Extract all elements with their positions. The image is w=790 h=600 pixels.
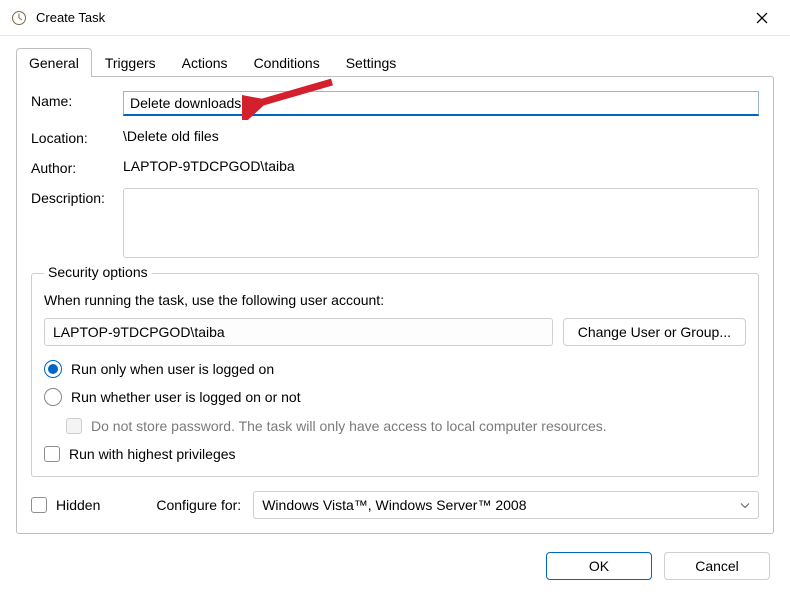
description-input[interactable] — [123, 188, 759, 258]
radio-icon — [44, 388, 62, 406]
checkbox-icon — [66, 418, 82, 434]
author-label: Author: — [31, 158, 123, 176]
radio-logged-on[interactable]: Run only when user is logged on — [44, 360, 746, 378]
checkbox-icon — [31, 497, 47, 513]
configure-for-label: Configure for: — [156, 497, 241, 513]
tab-triggers[interactable]: Triggers — [92, 48, 169, 77]
close-icon — [756, 12, 768, 24]
change-user-button[interactable]: Change User or Group... — [563, 318, 746, 346]
cancel-button[interactable]: Cancel — [664, 552, 770, 580]
checkbox-hidden[interactable]: Hidden — [31, 497, 100, 513]
radio-icon — [44, 360, 62, 378]
security-intro: When running the task, use the following… — [44, 292, 746, 308]
app-icon — [10, 9, 28, 27]
tab-conditions[interactable]: Conditions — [241, 48, 333, 77]
description-label: Description: — [31, 188, 123, 206]
chevron-down-icon — [740, 502, 750, 509]
highest-privileges-label: Run with highest privileges — [69, 446, 236, 462]
tab-settings[interactable]: Settings — [333, 48, 410, 77]
author-value: LAPTOP-9TDCPGOD\taiba — [123, 158, 759, 174]
ok-button[interactable]: OK — [546, 552, 652, 580]
configure-for-value: Windows Vista™, Windows Server™ 2008 — [262, 497, 526, 513]
radio-any-user[interactable]: Run whether user is logged on or not — [44, 388, 746, 406]
user-account-display: LAPTOP-9TDCPGOD\taiba — [44, 318, 553, 346]
checkbox-icon — [44, 446, 60, 462]
tab-general[interactable]: General — [16, 48, 92, 77]
name-input[interactable] — [123, 91, 759, 116]
window-title: Create Task — [36, 10, 105, 25]
no-store-password-label: Do not store password. The task will onl… — [91, 418, 607, 434]
checkbox-highest-privileges[interactable]: Run with highest privileges — [44, 446, 746, 462]
location-value: \Delete old files — [123, 128, 759, 144]
checkbox-no-store-password: Do not store password. The task will onl… — [66, 418, 746, 434]
name-label: Name: — [31, 91, 123, 109]
radio-logged-on-label: Run only when user is logged on — [71, 361, 274, 377]
close-button[interactable] — [744, 0, 780, 36]
security-legend: Security options — [44, 264, 152, 280]
tab-actions[interactable]: Actions — [169, 48, 241, 77]
configure-for-select[interactable]: Windows Vista™, Windows Server™ 2008 — [253, 491, 759, 519]
radio-any-user-label: Run whether user is logged on or not — [71, 389, 301, 405]
hidden-label: Hidden — [56, 497, 100, 513]
location-label: Location: — [31, 128, 123, 146]
